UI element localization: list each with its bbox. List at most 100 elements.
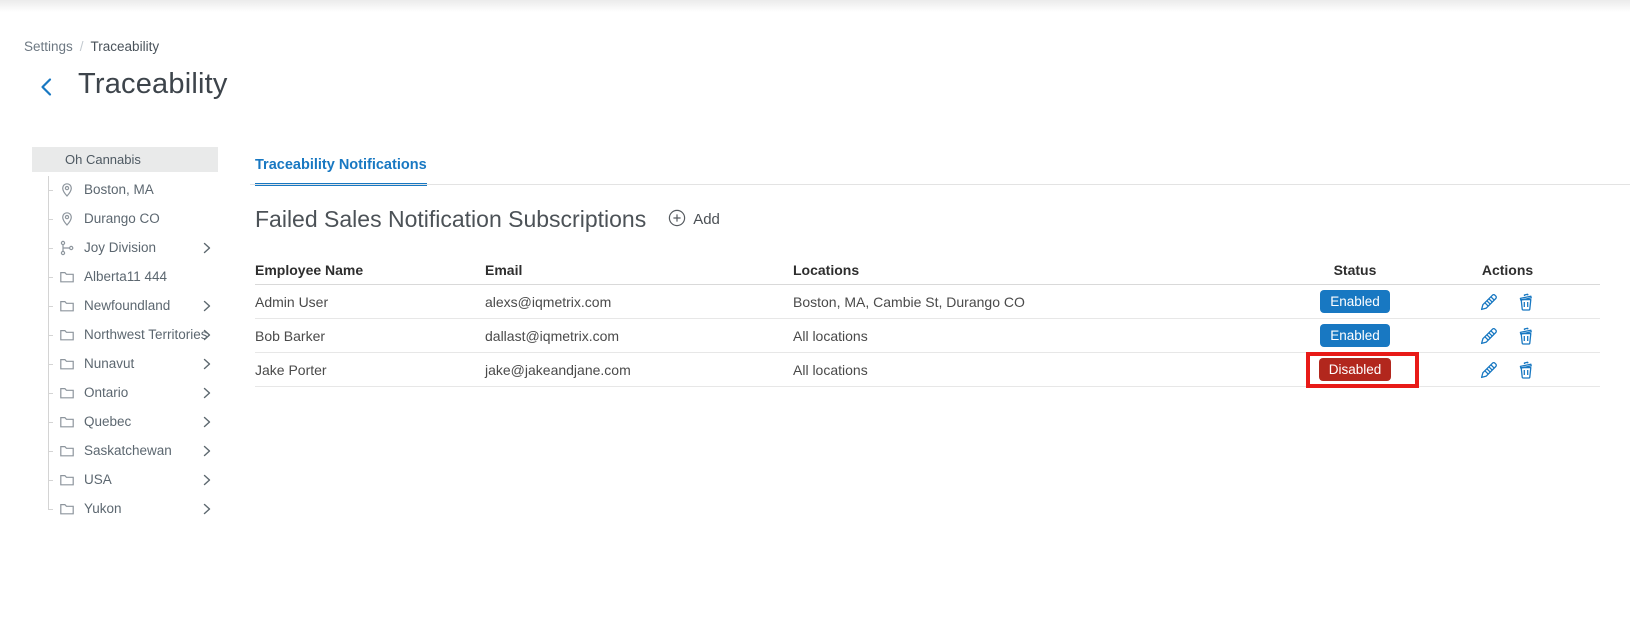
sidebar-tree-item[interactable]: Boston, MA: [32, 175, 218, 204]
status-annotation-box: Enabled: [1316, 320, 1394, 351]
sidebar-tree-item[interactable]: Yukon: [32, 494, 218, 523]
cell-locations: All locations: [793, 361, 868, 378]
delete-button[interactable]: [1516, 360, 1536, 380]
pencil-icon: [1479, 327, 1499, 349]
table-header-row: Employee Name Email Locations Status Act…: [255, 256, 1600, 285]
tree-item-icon: [59, 182, 75, 198]
tree-item-icon: [59, 414, 75, 430]
tree-item-icon: [59, 501, 75, 517]
chevron-right-icon[interactable]: [201, 387, 213, 399]
location-tree: Boston, MA Durango CO Joy Division Alber…: [32, 172, 218, 523]
breadcrumb-current: Traceability: [90, 39, 160, 54]
tree-item-label: USA: [84, 472, 112, 487]
breadcrumb-separator: /: [79, 39, 84, 54]
chevron-right-icon[interactable]: [201, 300, 213, 312]
plus-circle-icon: [668, 209, 686, 231]
tree-item-icon: [59, 472, 75, 488]
tree-item-icon: [59, 385, 75, 401]
cell-email: jake@jakeandjane.com: [485, 361, 631, 378]
sidebar-tree-item[interactable]: Joy Division: [32, 233, 218, 262]
cell-status: Enabled: [1295, 286, 1415, 317]
tree-item-label: Alberta11 444: [84, 269, 168, 284]
pencil-icon: [1479, 361, 1499, 383]
add-button-label: Add: [693, 211, 720, 228]
status-badge: Disabled: [1318, 358, 1392, 381]
sidebar-tree-item[interactable]: Durango CO: [32, 204, 218, 233]
status-badge: Enabled: [1320, 324, 1390, 347]
tree-item-label: Quebec: [84, 414, 132, 429]
chevron-right-icon[interactable]: [201, 503, 213, 515]
tree-item-label: Joy Division: [84, 240, 157, 255]
tree-item-icon: [59, 298, 75, 314]
tree-item-label: Newfoundland: [84, 298, 171, 313]
tree-item-label: Durango CO: [84, 211, 160, 226]
section-title: Failed Sales Notification Subscriptions: [255, 206, 647, 232]
edit-button[interactable]: [1479, 326, 1499, 346]
page-title: Traceability: [78, 68, 228, 100]
tree-item-icon: [59, 211, 75, 227]
cell-employee-name: Bob Barker: [255, 327, 326, 344]
breadcrumb-settings[interactable]: Settings: [24, 39, 73, 54]
chevron-left-icon: [34, 78, 60, 104]
chevron-right-icon[interactable]: [201, 242, 213, 254]
tab-bar: Traceability Notifications: [250, 156, 1630, 186]
cell-locations: Boston, MA, Cambie St, Durango CO: [793, 293, 1025, 310]
subscriptions-table: Employee Name Email Locations Status Act…: [255, 256, 1600, 388]
delete-button[interactable]: [1516, 292, 1536, 312]
sidebar-tree-item[interactable]: Quebec: [32, 407, 218, 436]
tree-item-label: Boston, MA: [84, 182, 154, 197]
tree-item-icon: [59, 356, 75, 372]
trash-icon: [1516, 361, 1536, 383]
cell-employee-name: Jake Porter: [255, 361, 327, 378]
location-tree-sidebar: Oh Cannabis Boston, MA Durango CO Joy Di…: [32, 147, 218, 523]
col-header-employee-name: Employee Name: [255, 262, 364, 278]
cell-employee-name: Admin User: [255, 293, 329, 310]
trash-icon: [1516, 293, 1536, 315]
status-badge: Enabled: [1320, 290, 1390, 313]
breadcrumb: Settings / Traceability: [24, 39, 159, 54]
edit-button[interactable]: [1479, 292, 1499, 312]
cell-actions: [1415, 326, 1600, 346]
cell-email: alexs@iqmetrix.com: [485, 293, 612, 310]
chevron-right-icon[interactable]: [201, 416, 213, 428]
chevron-right-icon[interactable]: [201, 358, 213, 370]
cell-locations: All locations: [793, 327, 868, 344]
sidebar-tree-item[interactable]: Newfoundland: [32, 291, 218, 320]
back-button[interactable]: [34, 74, 60, 100]
table-row: Jake Porter jake@jakeandjane.com All loc…: [255, 352, 1600, 388]
cell-status: Enabled: [1295, 320, 1415, 351]
edit-button[interactable]: [1479, 360, 1499, 380]
sidebar-tree-item[interactable]: Northwest Territories: [32, 320, 218, 349]
cell-actions: [1415, 360, 1600, 380]
sidebar-item-root-company[interactable]: Oh Cannabis: [32, 147, 218, 172]
table-row: Bob Barker dallast@iqmetrix.com All loca…: [255, 319, 1600, 353]
tab-divider: [250, 184, 1630, 185]
cell-email: dallast@iqmetrix.com: [485, 327, 620, 344]
sidebar-tree-item[interactable]: Alberta11 444: [32, 262, 218, 291]
col-header-email: Email: [485, 262, 523, 278]
sidebar-tree-item[interactable]: USA: [32, 465, 218, 494]
col-header-actions: Actions: [1481, 262, 1534, 278]
cell-status: Disabled: [1295, 352, 1420, 388]
tree-item-label: Ontario: [84, 385, 129, 400]
sidebar-tree-item[interactable]: Nunavut: [32, 349, 218, 378]
tree-item-icon: [59, 240, 75, 256]
tree-item-icon: [59, 327, 75, 343]
sidebar-tree-item[interactable]: Saskatchewan: [32, 436, 218, 465]
table-body: Admin User alexs@iqmetrix.com Boston, MA…: [255, 285, 1600, 388]
chevron-right-icon[interactable]: [201, 474, 213, 486]
cell-actions: [1415, 292, 1600, 312]
delete-button[interactable]: [1516, 326, 1536, 346]
tab-traceability-notifications[interactable]: Traceability Notifications: [255, 157, 427, 186]
status-annotation-box: Enabled: [1316, 286, 1394, 317]
table-row: Admin User alexs@iqmetrix.com Boston, MA…: [255, 285, 1600, 319]
tree-item-label: Yukon: [84, 501, 122, 516]
pencil-icon: [1479, 293, 1499, 315]
chevron-right-icon[interactable]: [201, 445, 213, 457]
chevron-right-icon[interactable]: [201, 329, 213, 341]
col-header-locations: Locations: [793, 262, 860, 278]
tree-item-label: Northwest Territories: [84, 327, 208, 342]
add-subscription-button[interactable]: Add: [668, 209, 720, 231]
sidebar-tree-item[interactable]: Ontario: [32, 378, 218, 407]
top-shadow: [0, 0, 1630, 12]
